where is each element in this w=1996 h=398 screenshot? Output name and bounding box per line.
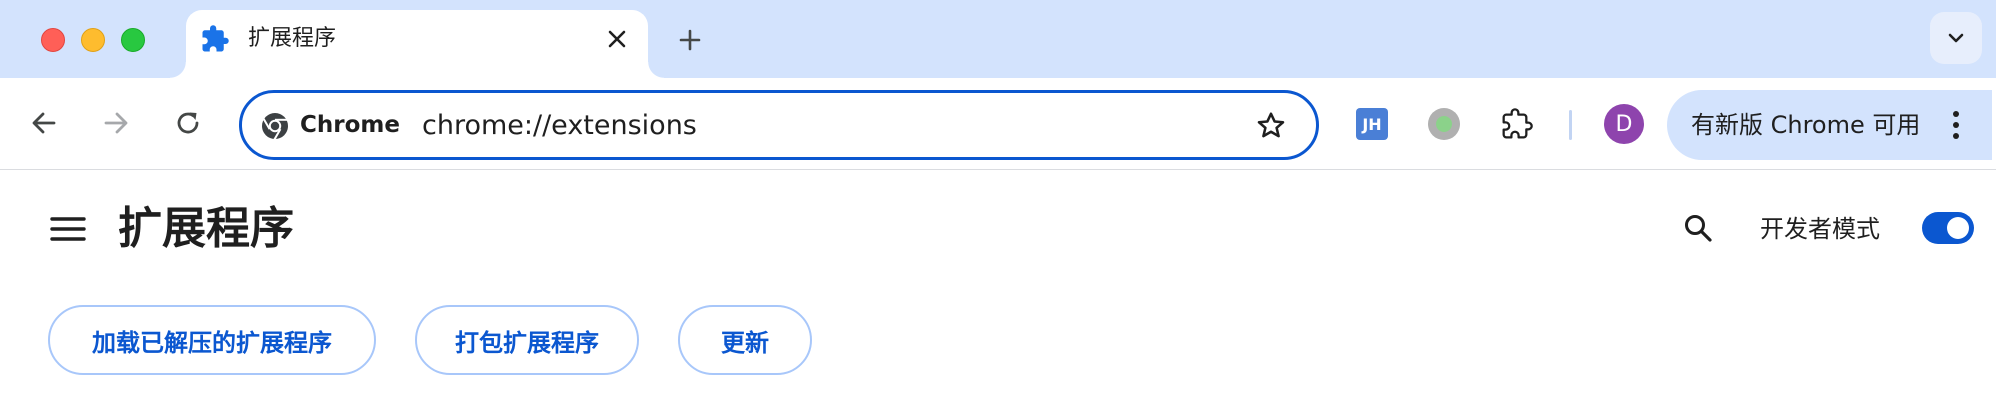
update-label: 有新版 Chrome 可用 [1691, 111, 1921, 139]
developer-mode-label: 开发者模式 [1760, 215, 1880, 243]
arrow-right-icon[interactable] [91, 98, 141, 148]
chrome-logo-icon [262, 113, 288, 140]
plus-icon[interactable] [670, 20, 710, 60]
browser-toolbar: Chrome chrome://extensions JH D 有新版 Chro… [0, 78, 1996, 170]
tab-strip: 扩展程序 [0, 0, 1996, 78]
search-icon[interactable] [1678, 208, 1718, 248]
tab-extensions[interactable]: 扩展程序 [170, 10, 664, 78]
jh-extension-icon[interactable]: JH [1356, 108, 1388, 140]
close-icon[interactable] [600, 22, 634, 56]
maximize-window-icon[interactable] [121, 28, 145, 52]
address-bar[interactable]: Chrome chrome://extensions [239, 90, 1319, 160]
minimize-window-icon[interactable] [81, 28, 105, 52]
chevron-down-icon[interactable] [1930, 12, 1982, 64]
load-unpacked-button[interactable]: 加载已解压的扩展程序 [48, 305, 376, 375]
star-icon[interactable] [1252, 107, 1290, 145]
more-vertical-icon[interactable] [1939, 106, 1973, 144]
update-button[interactable]: 更新 [678, 305, 812, 375]
green-dot-extension-icon[interactable] [1428, 108, 1460, 140]
update-chrome-button[interactable]: 有新版 Chrome 可用 [1667, 90, 1992, 160]
page-title: 扩展程序 [118, 203, 294, 254]
toggle-knob [1947, 217, 1969, 239]
pack-extension-button[interactable]: 打包扩展程序 [415, 305, 639, 375]
arrow-left-icon[interactable] [19, 98, 69, 148]
close-window-icon[interactable] [41, 28, 65, 52]
puzzle-icon [202, 25, 229, 52]
url-text[interactable]: chrome://extensions [422, 108, 697, 144]
hamburger-icon[interactable] [48, 213, 88, 245]
site-chip-label[interactable]: Chrome [300, 109, 400, 141]
puzzle-icon[interactable] [1497, 104, 1537, 144]
reload-icon[interactable] [163, 98, 213, 148]
avatar[interactable]: D [1604, 104, 1644, 144]
tab-title: 扩展程序 [248, 26, 337, 51]
toolbar-divider [1569, 110, 1572, 140]
developer-mode-toggle[interactable] [1922, 212, 1974, 244]
